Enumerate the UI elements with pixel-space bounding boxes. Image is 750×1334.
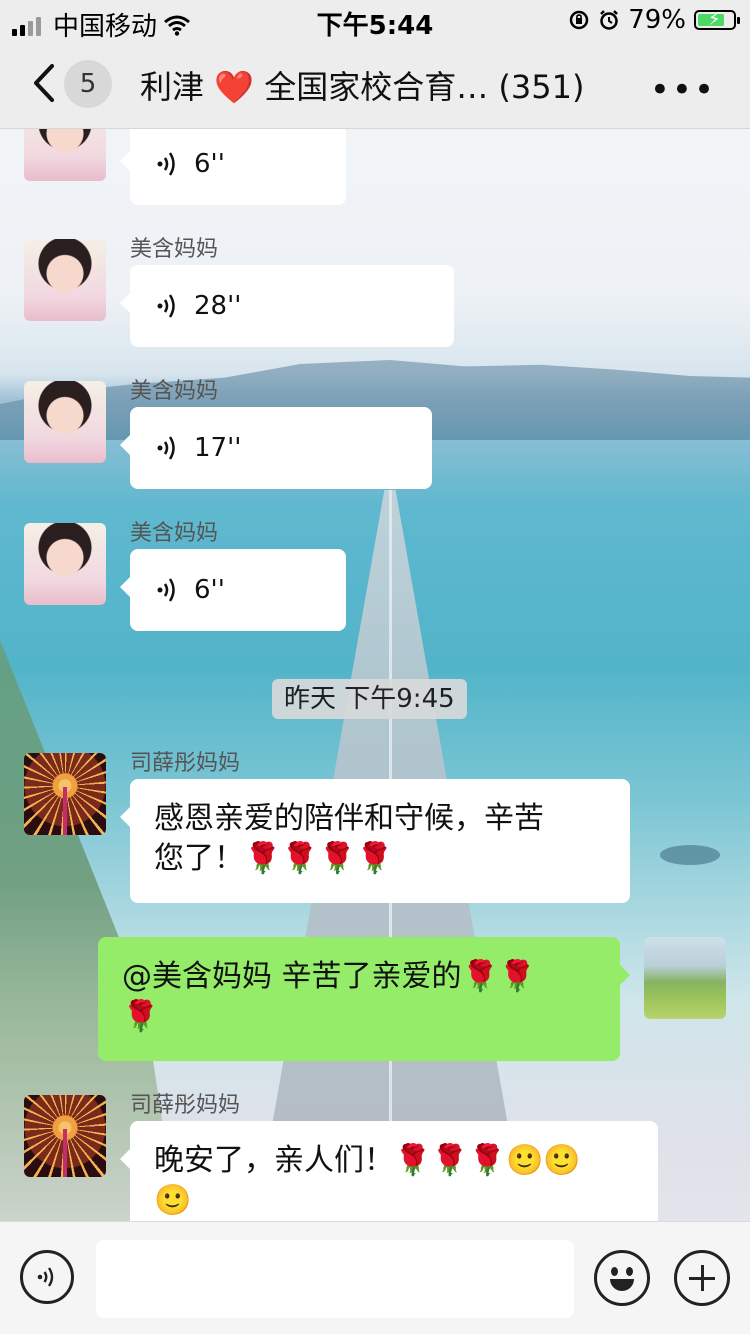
voice-duration: 6'' [194, 575, 225, 605]
status-bar: 中国移动 下午5:44 79% ⚡ [0, 0, 750, 42]
plus-button[interactable] [674, 1250, 730, 1306]
message-text-line: 感恩亲爱的陪伴和守候，辛苦 [154, 801, 544, 836]
message-input[interactable] [96, 1240, 574, 1318]
emoji-button[interactable] [594, 1250, 650, 1306]
voice-message-bubble[interactable]: 6'' [120, 549, 346, 631]
text-message-bubble[interactable]: 感恩亲爱的陪伴和守候，辛苦 您了！🌹🌹🌹🌹 [120, 779, 630, 903]
voice-input-button[interactable] [20, 1250, 74, 1304]
message-text-line: 晚安了，亲人们！🌹🌹🌹🙂🙂 [154, 1143, 581, 1178]
voice-message-bubble[interactable]: 6'' [120, 129, 346, 205]
alarm-icon [600, 10, 619, 30]
voice-message-bubble[interactable]: 28'' [120, 265, 454, 347]
message-list[interactable]: 6'' 美含妈妈 28'' 美含妈妈 17'' 美含妈妈 6'' 昨天 下午9:… [0, 129, 750, 1221]
my-message-bubble[interactable]: @美含妈妈 辛苦了亲爱的🌹🌹 🌹 [98, 937, 630, 1061]
avatar[interactable] [24, 381, 106, 463]
title-text: 全国家校合育… [264, 68, 489, 106]
voice-wave-icon [157, 152, 175, 176]
sender-name: 美含妈妈 [130, 521, 219, 546]
voice-duration: 17'' [194, 433, 242, 463]
sender-name: 美含妈妈 [130, 379, 219, 404]
voice-message-bubble[interactable]: 17'' [120, 407, 432, 489]
voice-wave-icon [157, 294, 175, 318]
chat-header: 5 利津 ❤️ 全国家校合育… (351) ••• [0, 40, 750, 129]
chevron-left-icon [34, 64, 54, 102]
charging-bolt-icon: ⚡ [708, 9, 721, 30]
rotation-lock-icon [569, 10, 589, 30]
text-message-bubble[interactable]: 晚安了，亲人们！🌹🌹🌹🙂🙂 🙂 [120, 1121, 658, 1221]
avatar[interactable] [24, 523, 106, 605]
battery-icon: ⚡ [694, 9, 740, 30]
message-text-line: 🙂 [154, 1183, 192, 1218]
sender-name: 司薛彤妈妈 [130, 1093, 241, 1118]
avatar[interactable] [24, 129, 106, 181]
voice-icon [37, 1267, 54, 1287]
unread-count-badge[interactable]: 5 [64, 60, 112, 108]
message-text-line: @美含妈妈 辛苦了亲爱的🌹🌹 [122, 959, 537, 994]
battery-percent: 79% [628, 5, 686, 35]
sender-name: 司薛彤妈妈 [130, 751, 241, 776]
chat-screen: 中国移动 下午5:44 79% ⚡ 5 利津 ❤️ 全国家校合育… (351) … [0, 0, 750, 1334]
member-count: (351) [498, 68, 585, 106]
input-bar [0, 1221, 750, 1334]
back-button[interactable] [30, 58, 60, 108]
sender-name: 美含妈妈 [130, 237, 219, 262]
avatar[interactable] [24, 1095, 106, 1177]
voice-wave-icon [157, 436, 175, 460]
message-timestamp: 昨天 下午9:45 [272, 679, 467, 719]
chat-title[interactable]: 利津 ❤️ 全国家校合育… (351) [140, 62, 584, 108]
ellipsis-icon: ••• [649, 70, 716, 110]
heart-icon: ❤️ [214, 68, 255, 106]
emoji-eye [626, 1267, 633, 1276]
my-avatar[interactable] [644, 937, 726, 1019]
message-text-line: 您了！🌹🌹🌹🌹 [154, 841, 394, 876]
title-prefix: 利津 [140, 68, 205, 106]
message-text-line: 🌹 [122, 999, 160, 1034]
more-options-button[interactable]: ••• [650, 70, 716, 110]
voice-wave-icon [157, 578, 175, 602]
voice-duration: 6'' [194, 149, 225, 179]
emoji-eye [611, 1267, 618, 1276]
emoji-mouth [610, 1279, 634, 1291]
avatar[interactable] [24, 753, 106, 835]
avatar[interactable] [24, 239, 106, 321]
voice-duration: 28'' [194, 291, 242, 321]
